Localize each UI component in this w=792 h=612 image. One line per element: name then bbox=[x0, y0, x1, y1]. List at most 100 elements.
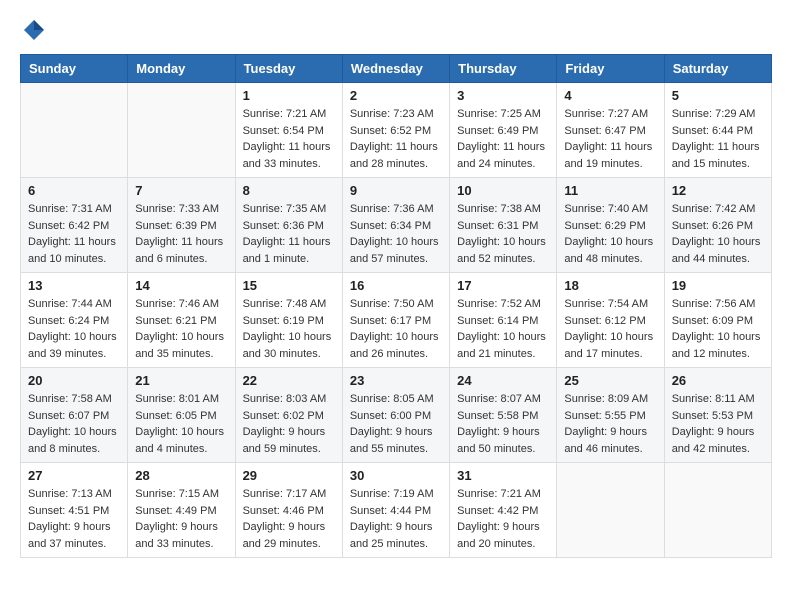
day-number: 8 bbox=[243, 183, 335, 198]
day-info: Sunrise: 7:31 AMSunset: 6:42 PMDaylight:… bbox=[28, 201, 120, 267]
calendar-cell: 29 Sunrise: 7:17 AMSunset: 4:46 PMDayligh… bbox=[235, 463, 342, 558]
weekday-header-friday: Friday bbox=[557, 55, 664, 83]
calendar-cell: 2 Sunrise: 7:23 AMSunset: 6:52 PMDaylight… bbox=[342, 83, 449, 178]
calendar-cell: 31 Sunrise: 7:21 AMSunset: 4:42 PMDayligh… bbox=[450, 463, 557, 558]
day-info: Sunrise: 7:56 AMSunset: 6:09 PMDaylight:… bbox=[672, 296, 764, 362]
calendar-cell: 7 Sunrise: 7:33 AMSunset: 6:39 PMDaylight… bbox=[128, 178, 235, 273]
weekday-header-wednesday: Wednesday bbox=[342, 55, 449, 83]
calendar-cell: 3 Sunrise: 7:25 AMSunset: 6:49 PMDaylight… bbox=[450, 83, 557, 178]
day-info: Sunrise: 7:50 AMSunset: 6:17 PMDaylight:… bbox=[350, 296, 442, 362]
day-info: Sunrise: 7:29 AMSunset: 6:44 PMDaylight:… bbox=[672, 106, 764, 172]
day-number: 3 bbox=[457, 88, 549, 103]
day-number: 10 bbox=[457, 183, 549, 198]
calendar-cell: 13 Sunrise: 7:44 AMSunset: 6:24 PMDayligh… bbox=[21, 273, 128, 368]
day-number: 15 bbox=[243, 278, 335, 293]
day-number: 9 bbox=[350, 183, 442, 198]
day-info: Sunrise: 7:36 AMSunset: 6:34 PMDaylight:… bbox=[350, 201, 442, 267]
day-number: 14 bbox=[135, 278, 227, 293]
day-info: Sunrise: 8:03 AMSunset: 6:02 PMDaylight:… bbox=[243, 391, 335, 457]
calendar-cell bbox=[664, 463, 771, 558]
day-info: Sunrise: 7:52 AMSunset: 6:14 PMDaylight:… bbox=[457, 296, 549, 362]
logo bbox=[20, 16, 52, 44]
calendar-cell: 23Sunrise: 8:05 AMSunset: 6:00 PMDayligh… bbox=[342, 368, 449, 463]
day-number: 2 bbox=[350, 88, 442, 103]
day-number: 27 bbox=[28, 468, 120, 483]
calendar-cell: 18 Sunrise: 7:54 AMSunset: 6:12 PMDayligh… bbox=[557, 273, 664, 368]
day-info: Sunrise: 7:21 AMSunset: 6:54 PMDaylight:… bbox=[243, 106, 335, 172]
day-info: Sunrise: 7:54 AMSunset: 6:12 PMDaylight:… bbox=[564, 296, 656, 362]
day-info: Sunrise: 7:35 AMSunset: 6:36 PMDaylight:… bbox=[243, 201, 335, 267]
day-number: 31 bbox=[457, 468, 549, 483]
weekday-header-row: SundayMondayTuesdayWednesdayThursdayFrid… bbox=[21, 55, 772, 83]
calendar-cell: 30 Sunrise: 7:19 AMSunset: 4:44 PMDayligh… bbox=[342, 463, 449, 558]
weekday-header-sunday: Sunday bbox=[21, 55, 128, 83]
day-number: 1 bbox=[243, 88, 335, 103]
day-number: 25 bbox=[564, 373, 656, 388]
header bbox=[20, 16, 772, 44]
calendar-week-row: 27 Sunrise: 7:13 AMSunset: 4:51 PMDayligh… bbox=[21, 463, 772, 558]
calendar-cell: 15 Sunrise: 7:48 AMSunset: 6:19 PMDayligh… bbox=[235, 273, 342, 368]
day-number: 19 bbox=[672, 278, 764, 293]
calendar-cell: 16 Sunrise: 7:50 AMSunset: 6:17 PMDayligh… bbox=[342, 273, 449, 368]
day-info: Sunrise: 7:17 AMSunset: 4:46 PMDaylight:… bbox=[243, 486, 335, 552]
day-number: 6 bbox=[28, 183, 120, 198]
day-info: Sunrise: 7:21 AMSunset: 4:42 PMDaylight:… bbox=[457, 486, 549, 552]
calendar-cell: 4Sunrise: 7:27 AMSunset: 6:47 PMDaylight… bbox=[557, 83, 664, 178]
day-info: Sunrise: 7:19 AMSunset: 4:44 PMDaylight:… bbox=[350, 486, 442, 552]
day-number: 23 bbox=[350, 373, 442, 388]
calendar-week-row: 6 Sunrise: 7:31 AMSunset: 6:42 PMDaylight… bbox=[21, 178, 772, 273]
calendar-cell bbox=[128, 83, 235, 178]
calendar-cell: 14 Sunrise: 7:46 AMSunset: 6:21 PMDayligh… bbox=[128, 273, 235, 368]
calendar-cell: 21Sunrise: 8:01 AMSunset: 6:05 PMDayligh… bbox=[128, 368, 235, 463]
day-number: 22 bbox=[243, 373, 335, 388]
day-info: Sunrise: 8:01 AMSunset: 6:05 PMDaylight:… bbox=[135, 391, 227, 457]
weekday-header-thursday: Thursday bbox=[450, 55, 557, 83]
calendar-cell: 12 Sunrise: 7:42 AMSunset: 6:26 PMDayligh… bbox=[664, 178, 771, 273]
day-number: 16 bbox=[350, 278, 442, 293]
day-number: 30 bbox=[350, 468, 442, 483]
day-info: Sunrise: 7:40 AMSunset: 6:29 PMDaylight:… bbox=[564, 201, 656, 267]
weekday-header-monday: Monday bbox=[128, 55, 235, 83]
day-number: 29 bbox=[243, 468, 335, 483]
day-number: 7 bbox=[135, 183, 227, 198]
calendar-week-row: 1 Sunrise: 7:21 AMSunset: 6:54 PMDaylight… bbox=[21, 83, 772, 178]
calendar-cell: 8 Sunrise: 7:35 AMSunset: 6:36 PMDaylight… bbox=[235, 178, 342, 273]
calendar-cell: 17 Sunrise: 7:52 AMSunset: 6:14 PMDayligh… bbox=[450, 273, 557, 368]
day-number: 17 bbox=[457, 278, 549, 293]
calendar-cell: 10Sunrise: 7:38 AMSunset: 6:31 PMDayligh… bbox=[450, 178, 557, 273]
day-info: Sunrise: 7:48 AMSunset: 6:19 PMDaylight:… bbox=[243, 296, 335, 362]
day-info: Sunrise: 7:44 AMSunset: 6:24 PMDaylight:… bbox=[28, 296, 120, 362]
day-info: Sunrise: 7:23 AMSunset: 6:52 PMDaylight:… bbox=[350, 106, 442, 172]
day-info: Sunrise: 7:33 AMSunset: 6:39 PMDaylight:… bbox=[135, 201, 227, 267]
calendar-cell: 1 Sunrise: 7:21 AMSunset: 6:54 PMDaylight… bbox=[235, 83, 342, 178]
logo-icon bbox=[20, 16, 48, 44]
day-number: 18 bbox=[564, 278, 656, 293]
calendar-cell: 20Sunrise: 7:58 AMSunset: 6:07 PMDayligh… bbox=[21, 368, 128, 463]
day-info: Sunrise: 7:25 AMSunset: 6:49 PMDaylight:… bbox=[457, 106, 549, 172]
day-info: Sunrise: 8:11 AMSunset: 5:53 PMDaylight:… bbox=[672, 391, 764, 457]
weekday-header-tuesday: Tuesday bbox=[235, 55, 342, 83]
day-info: Sunrise: 7:13 AMSunset: 4:51 PMDaylight:… bbox=[28, 486, 120, 552]
day-info: Sunrise: 7:15 AMSunset: 4:49 PMDaylight:… bbox=[135, 486, 227, 552]
day-number: 20 bbox=[28, 373, 120, 388]
calendar: SundayMondayTuesdayWednesdayThursdayFrid… bbox=[20, 54, 772, 558]
calendar-cell: 5Sunrise: 7:29 AMSunset: 6:44 PMDaylight… bbox=[664, 83, 771, 178]
day-number: 13 bbox=[28, 278, 120, 293]
day-number: 28 bbox=[135, 468, 227, 483]
calendar-cell: 24 Sunrise: 8:07 AMSunset: 5:58 PMDayligh… bbox=[450, 368, 557, 463]
day-info: Sunrise: 8:07 AMSunset: 5:58 PMDaylight:… bbox=[457, 391, 549, 457]
calendar-cell bbox=[557, 463, 664, 558]
calendar-cell: 19 Sunrise: 7:56 AMSunset: 6:09 PMDayligh… bbox=[664, 273, 771, 368]
page: SundayMondayTuesdayWednesdayThursdayFrid… bbox=[0, 0, 792, 578]
calendar-week-row: 20Sunrise: 7:58 AMSunset: 6:07 PMDayligh… bbox=[21, 368, 772, 463]
day-number: 11 bbox=[564, 183, 656, 198]
calendar-week-row: 13 Sunrise: 7:44 AMSunset: 6:24 PMDayligh… bbox=[21, 273, 772, 368]
calendar-cell: 27 Sunrise: 7:13 AMSunset: 4:51 PMDayligh… bbox=[21, 463, 128, 558]
day-number: 24 bbox=[457, 373, 549, 388]
day-number: 26 bbox=[672, 373, 764, 388]
day-info: Sunrise: 7:42 AMSunset: 6:26 PMDaylight:… bbox=[672, 201, 764, 267]
weekday-header-saturday: Saturday bbox=[664, 55, 771, 83]
day-info: Sunrise: 7:46 AMSunset: 6:21 PMDaylight:… bbox=[135, 296, 227, 362]
day-number: 4 bbox=[564, 88, 656, 103]
day-number: 12 bbox=[672, 183, 764, 198]
